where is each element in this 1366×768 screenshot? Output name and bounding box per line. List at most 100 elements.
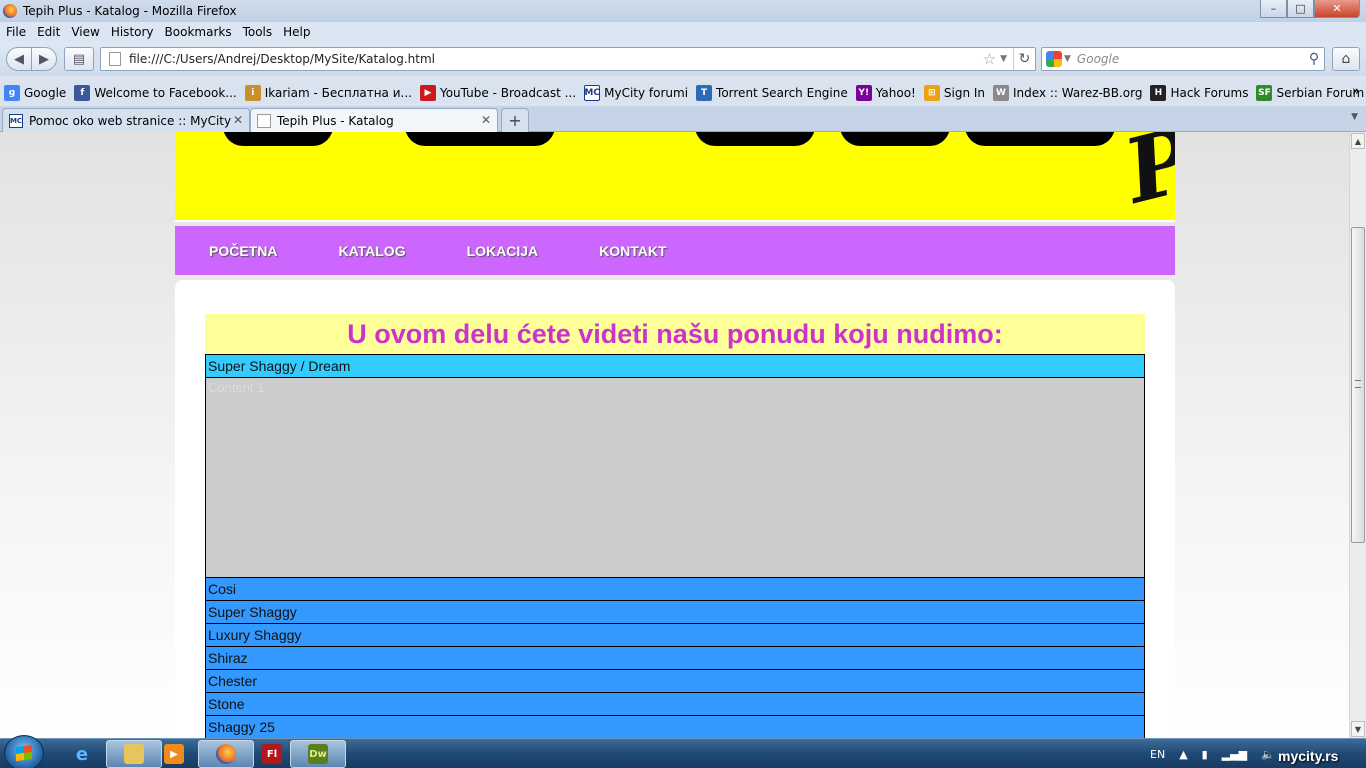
- bookmark-facebook[interactable]: f Welcome to Facebook...: [74, 85, 237, 101]
- warez-icon: W: [993, 85, 1010, 101]
- facebook-icon: f: [74, 85, 91, 101]
- menu-bar: File Edit View History Bookmarks Tools H…: [0, 22, 1366, 42]
- vertical-scrollbar[interactable]: ▲ ▼: [1349, 132, 1366, 738]
- reload-button[interactable]: ↻: [1013, 48, 1035, 70]
- forward-button[interactable]: ▶: [31, 47, 57, 71]
- bookmark-ikariam[interactable]: i Ikariam - Бесплатна и...: [244, 85, 412, 101]
- scrollbar-thumb[interactable]: [1351, 227, 1365, 543]
- mycity-tab-icon: MC: [9, 113, 23, 128]
- mycity-icon: MC: [584, 85, 601, 101]
- navigation-toolbar: ◀ ▶ ▤ file:///C:/Users/Andrej/Desktop/My…: [0, 42, 1366, 76]
- scrollbar-grip: [1355, 380, 1361, 388]
- forward-arrow-icon: ▶: [39, 51, 49, 67]
- windows-taskbar: e ▶ Fl Dw EN ▲ ▮ ▂▄▆ 🔈: [0, 735, 1366, 768]
- window-controls: – □ ✕: [1260, 0, 1360, 18]
- accordion-tab-shaggy-25[interactable]: Shaggy 25: [206, 716, 1144, 738]
- accordion-tab-cosi[interactable]: Cosi: [206, 578, 1144, 601]
- accordion-tab-super-shaggy[interactable]: Super Shaggy: [206, 601, 1144, 624]
- accordion-tab-luxury-shaggy[interactable]: Luxury Shaggy: [206, 624, 1144, 647]
- catalog-heading: U ovom delu ćete videti našu ponudu koju…: [347, 318, 1003, 349]
- history-dropdown-button[interactable]: ▤: [64, 47, 94, 71]
- media-player-icon: ▶: [164, 744, 184, 764]
- menu-view[interactable]: View: [71, 25, 99, 39]
- language-indicator[interactable]: EN: [1150, 748, 1165, 761]
- internet-explorer-icon: e: [75, 743, 89, 765]
- bookmark-youtube[interactable]: ▶ YouTube - Broadcast ...: [419, 85, 576, 101]
- back-button[interactable]: ◀: [6, 47, 32, 71]
- accordion-tab-stone[interactable]: Stone: [206, 693, 1144, 716]
- system-tray: EN ▲ ▮ ▂▄▆ 🔈: [1150, 739, 1289, 768]
- bookmark-hackforums[interactable]: H Hack Forums: [1150, 85, 1248, 101]
- ikariam-icon: i: [244, 85, 261, 101]
- url-dropdown-icon[interactable]: ▼: [1000, 54, 1007, 64]
- tab-mycity[interactable]: MC Pomoc oko web stranice :: MyCity ✕: [2, 108, 250, 132]
- new-tab-button[interactable]: +: [501, 108, 529, 132]
- taskbar-media-player[interactable]: ▶: [146, 740, 202, 768]
- search-engine-dropdown-icon[interactable]: ▼: [1064, 54, 1071, 64]
- menu-tools[interactable]: Tools: [243, 25, 273, 39]
- tab-katalog[interactable]: Tepih Plus - Katalog ✕: [250, 108, 498, 132]
- nav-link-katalog[interactable]: KATALOG: [338, 243, 405, 259]
- bookmark-yahoo[interactable]: Y! Yahoo!: [855, 85, 916, 101]
- firefox-icon: [216, 744, 236, 764]
- bookmark-google[interactable]: g Google: [4, 85, 66, 101]
- home-icon: ⌂: [1341, 51, 1351, 67]
- url-text[interactable]: file:///C:/Users/Andrej/Desktop/MySite/K…: [129, 52, 983, 66]
- site-navigation: POČETNA KATALOG LOKACIJA KONTAKT: [175, 226, 1175, 275]
- bookmark-torrent[interactable]: T Torrent Search Engine: [696, 85, 848, 101]
- search-bar[interactable]: ▼ Google ⚲: [1041, 47, 1325, 71]
- battery-icon[interactable]: ▮: [1202, 748, 1208, 761]
- menu-help[interactable]: Help: [283, 25, 310, 39]
- menu-edit[interactable]: Edit: [37, 25, 60, 39]
- scroll-up-arrow-icon[interactable]: ▲: [1351, 133, 1365, 149]
- bookmark-serbian-forum[interactable]: SF Serbian Forum: [1256, 85, 1364, 101]
- bookmark-star-icon[interactable]: ☆: [983, 50, 996, 68]
- search-icon[interactable]: ⚲: [1304, 51, 1324, 67]
- scroll-down-arrow-icon[interactable]: ▼: [1351, 721, 1365, 737]
- google-engine-icon[interactable]: [1046, 51, 1062, 67]
- maximize-button[interactable]: □: [1287, 0, 1314, 18]
- accordion-tab-super-shaggy-dream[interactable]: Super Shaggy / Dream: [206, 355, 1144, 378]
- search-input[interactable]: Google: [1077, 52, 1304, 66]
- firefox-icon: [3, 4, 17, 18]
- tab-list-icon[interactable]: ▼: [1351, 112, 1358, 122]
- taskbar-internet-explorer[interactable]: e: [54, 740, 110, 768]
- network-icon[interactable]: ▂▄▆: [1222, 748, 1247, 761]
- logo-letter-shape: [840, 132, 950, 146]
- folder-icon: [124, 744, 144, 764]
- bookmark-sign-in[interactable]: ⊞ Sign In: [923, 85, 985, 101]
- home-button[interactable]: ⌂: [1332, 47, 1360, 71]
- minimize-button[interactable]: –: [1260, 0, 1287, 18]
- tab-close-icon[interactable]: ✕: [233, 113, 243, 127]
- url-bar[interactable]: file:///C:/Users/Andrej/Desktop/MySite/K…: [100, 47, 1036, 71]
- menu-bookmarks[interactable]: Bookmarks: [165, 25, 232, 39]
- accordion-tab-chester[interactable]: Chester: [206, 670, 1144, 693]
- youtube-icon: ▶: [419, 85, 436, 101]
- menu-file[interactable]: File: [6, 25, 26, 39]
- logo-plus-script: Plu: [1114, 132, 1175, 222]
- close-button[interactable]: ✕: [1314, 0, 1360, 18]
- nav-link-kontakt[interactable]: KONTAKT: [599, 243, 666, 259]
- menu-history[interactable]: History: [111, 25, 154, 39]
- volume-icon[interactable]: 🔈: [1261, 748, 1275, 761]
- yahoo-icon: Y!: [855, 85, 872, 101]
- nav-link-lokacija[interactable]: LOKACIJA: [467, 243, 539, 259]
- taskbar-dreamweaver[interactable]: Dw: [290, 740, 346, 768]
- nav-link-pocetna[interactable]: POČETNA: [209, 243, 277, 259]
- bookmarks-overflow-icon[interactable]: »: [1352, 84, 1360, 99]
- start-button[interactable]: [4, 735, 44, 768]
- bookmarks-toolbar: g Google f Welcome to Facebook... i Ikariam…: [0, 82, 1366, 104]
- sf-icon: SF: [1256, 85, 1273, 101]
- bookmark-warez[interactable]: W Index :: Warez-BB.org: [993, 85, 1142, 101]
- google-icon: g: [4, 85, 20, 101]
- bookmark-mycity[interactable]: MC MyCity forumi: [584, 85, 688, 101]
- content-area: U ovom delu ćete videti našu ponudu koju…: [175, 280, 1175, 738]
- windows-icon: ⊞: [923, 85, 940, 101]
- dreamweaver-icon: Dw: [308, 744, 328, 764]
- logo-letter-shape: [405, 132, 555, 146]
- tab-close-icon[interactable]: ✕: [481, 113, 491, 127]
- accordion-tab-shiraz[interactable]: Shiraz: [206, 647, 1144, 670]
- page-viewport: Plu POČETNA KATALOG LOKACIJA KONTAKT U o…: [0, 132, 1349, 738]
- page-icon: [109, 52, 121, 66]
- tray-expand-icon[interactable]: ▲: [1179, 748, 1187, 761]
